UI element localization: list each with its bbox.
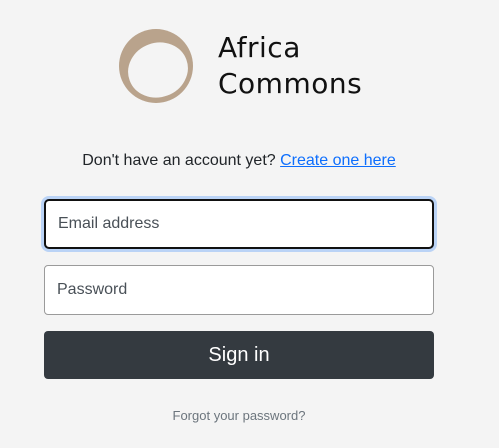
brand-logo: Africa Commons (118, 26, 368, 106)
register-prompt-text: Don't have an account yet? (82, 152, 276, 169)
password-field[interactable] (44, 265, 434, 315)
brand-name: Africa Commons (218, 30, 362, 102)
sign-in-button[interactable]: Sign in (44, 331, 434, 379)
email-field[interactable] (44, 199, 434, 249)
register-prompt: Don't have an account yet? Create one he… (0, 152, 478, 170)
create-account-link[interactable]: Create one here (280, 152, 396, 169)
forgot-password-link[interactable]: Forgot your password? (0, 408, 478, 423)
brand-name-line2: Commons (218, 67, 363, 100)
brand-name-line1: Africa (218, 31, 301, 64)
africa-commons-logo-icon (119, 29, 193, 103)
